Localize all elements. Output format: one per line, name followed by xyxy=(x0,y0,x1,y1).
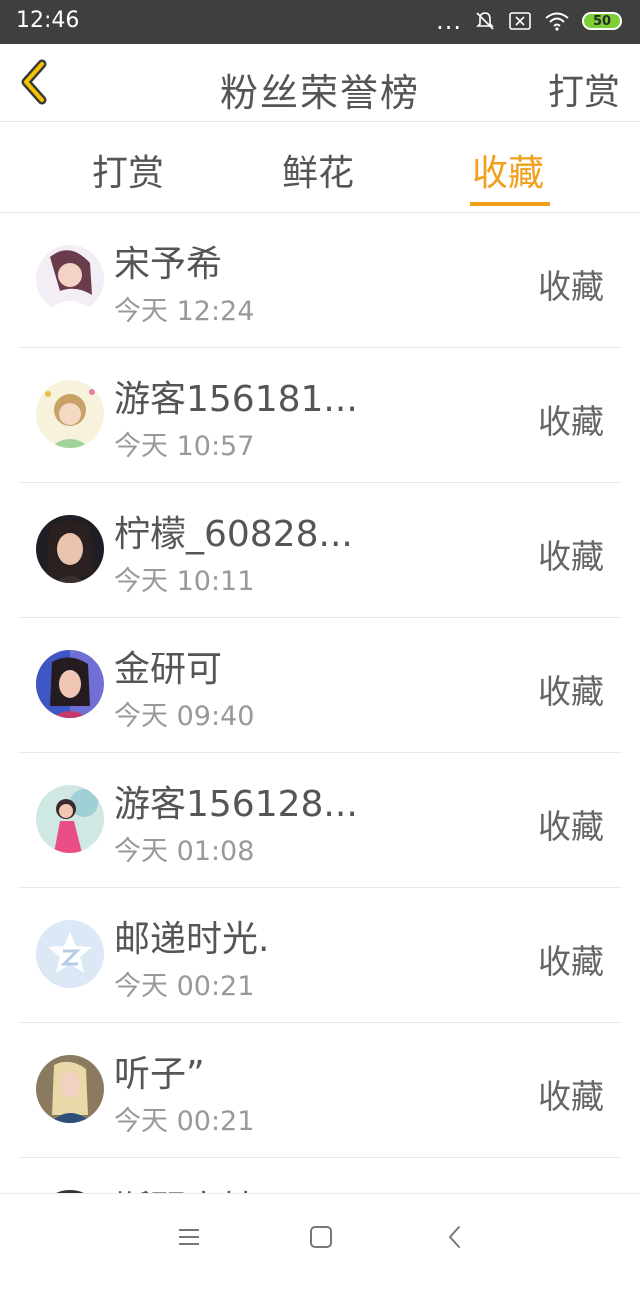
favorite-label: 收藏 xyxy=(538,807,604,846)
avatar xyxy=(36,785,104,853)
tab-favorites[interactable]: 收藏 xyxy=(472,144,544,196)
timestamp: 今天 00:21 xyxy=(114,971,255,1002)
status-time: 12:46 xyxy=(16,8,80,33)
timestamp: 今天 10:57 xyxy=(114,431,255,462)
page-title: 粉丝荣誉榜 xyxy=(219,71,420,115)
avatar xyxy=(36,515,104,583)
tab-reward[interactable]: 打赏 xyxy=(92,144,164,196)
avatar xyxy=(36,1055,104,1123)
list-item[interactable]: 游客156128... 今天 01:08 收藏 xyxy=(18,753,622,888)
list-item[interactable]: 金研可 今天 09:40 收藏 xyxy=(18,618,622,753)
list-item[interactable]: 游客156181... 今天 10:57 收藏 xyxy=(18,348,622,483)
favorite-label: 收藏 xyxy=(538,672,604,711)
timestamp: 今天 00:21 xyxy=(114,1106,255,1137)
user-name: 游客156181... xyxy=(114,379,358,420)
timestamp: 今天 10:11 xyxy=(114,566,255,597)
menu-icon[interactable] xyxy=(174,1222,204,1252)
timestamp: 今天 01:08 xyxy=(114,836,255,867)
user-name: 柠檬_60828... xyxy=(114,514,353,555)
wifi-icon xyxy=(545,12,569,31)
user-name: 宋予希 xyxy=(114,244,223,285)
favorite-label: 收藏 xyxy=(538,1077,604,1116)
active-tab-indicator xyxy=(470,202,550,206)
battery-level: 50 xyxy=(592,13,612,29)
avatar xyxy=(36,650,104,718)
avatar xyxy=(36,380,104,448)
timestamp: 今天 09:40 xyxy=(114,701,255,732)
tab-flowers[interactable]: 鲜花 xyxy=(282,144,354,196)
reward-button[interactable]: 打赏 xyxy=(548,63,620,115)
user-name: 金研可 xyxy=(114,649,223,690)
sim-x-icon xyxy=(509,12,531,30)
status-bar: 12:46 ... 50 xyxy=(0,0,640,44)
list-item[interactable]: 听子” 今天 00:21 收藏 xyxy=(18,1023,622,1158)
back-chevron-icon[interactable] xyxy=(440,1222,470,1252)
battery-icon: 50 xyxy=(582,12,622,30)
list-item[interactable]: 邮递时光. 今天 00:21 收藏 xyxy=(18,888,622,1023)
more-dots-icon: ... xyxy=(436,7,462,35)
favorite-label: 收藏 xyxy=(538,942,604,981)
list-item[interactable]: 柠檬_60828... 今天 10:11 收藏 xyxy=(18,483,622,618)
user-name: 听子” xyxy=(114,1054,205,1095)
user-name: 游客156128... xyxy=(114,784,358,825)
avatar xyxy=(36,245,104,313)
home-square-icon[interactable] xyxy=(306,1222,336,1252)
user-name: 邮递时光. xyxy=(114,919,270,960)
favorite-label: 收藏 xyxy=(538,402,604,441)
favorites-list: 宋予希 今天 12:24 收藏 游客156181... 今天 10:57 收藏 … xyxy=(0,213,640,1292)
status-icons: ... 50 xyxy=(436,7,622,35)
header: 粉丝荣誉榜 打赏 xyxy=(0,44,640,122)
list-item[interactable]: 宋予希 今天 12:24 收藏 xyxy=(18,213,622,348)
favorite-label: 收藏 xyxy=(538,537,604,576)
timestamp: 今天 12:24 xyxy=(114,296,255,327)
avatar xyxy=(36,920,104,988)
tab-bar: 打赏 鲜花 收藏 xyxy=(0,122,640,213)
favorite-label: 收藏 xyxy=(538,267,604,306)
system-nav-bar xyxy=(0,1193,640,1281)
mute-bell-icon xyxy=(476,12,494,30)
